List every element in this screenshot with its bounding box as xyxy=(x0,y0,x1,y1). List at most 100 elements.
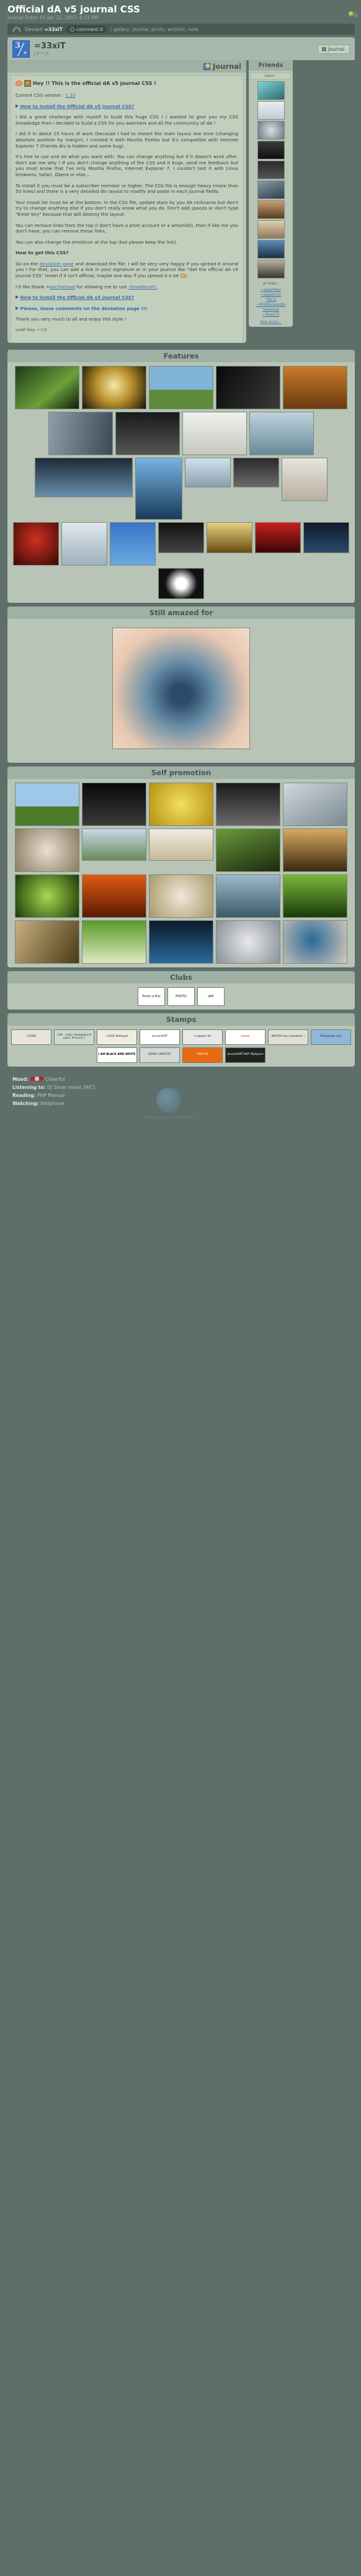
gallery-thumb[interactable] xyxy=(82,920,146,964)
nav-link-prints[interactable]: prints xyxy=(151,27,165,32)
friend-thumb[interactable] xyxy=(257,180,285,199)
zacthetoad-link[interactable]: zacthetoad xyxy=(50,284,75,290)
gallery-thumb[interactable] xyxy=(82,874,146,918)
gallery-thumb[interactable] xyxy=(216,874,280,918)
club-badge[interactable]: dAP xyxy=(197,987,225,1006)
css-version-link[interactable]: 1.20 xyxy=(65,92,75,98)
gallery-thumb[interactable] xyxy=(15,828,79,872)
gallery-thumb[interactable] xyxy=(182,411,247,455)
nav-link-journal[interactable]: journal xyxy=(132,27,148,32)
gallery-thumb[interactable] xyxy=(82,828,146,861)
gallery-thumb[interactable] xyxy=(149,874,213,918)
stamp[interactable]: I CODE xyxy=(11,1029,51,1045)
gallery-thumb[interactable] xyxy=(185,457,231,487)
still-amazed-grid xyxy=(11,627,351,749)
friends-body: zoom : or links : ~superhey ~dspencre *T… xyxy=(249,71,293,327)
gallery-thumb[interactable] xyxy=(149,828,213,861)
page-title: Official dA v5 journal CSS xyxy=(7,4,140,15)
friend-link-3[interactable]: *Tetry xyxy=(251,298,291,303)
club-badge[interactable]: PHOTO xyxy=(167,987,195,1006)
friend-thumb[interactable] xyxy=(257,101,285,120)
install-link-top[interactable]: How to install the Official dA v5 journa… xyxy=(20,104,134,109)
ilovedevart-link[interactable]: :ilovedevart: xyxy=(128,284,157,290)
gallery-thumb[interactable] xyxy=(15,782,79,826)
stamp[interactable]: Photoshop user xyxy=(311,1029,351,1045)
stamp[interactable]: deviantART xyxy=(140,1029,180,1045)
gallery-thumb[interactable] xyxy=(216,365,280,409)
friend-thumb[interactable] xyxy=(257,240,285,259)
please-comment-text[interactable]: Please, leave comments on the deviation … xyxy=(20,306,148,311)
install-link-bottom[interactable]: How to install the Official dA v5 journa… xyxy=(20,295,134,300)
comment-it-button[interactable]: comment it xyxy=(66,25,107,33)
friends-zoom-label[interactable]: zoom : xyxy=(251,73,291,79)
nav-bar: Deviant =33xiT comment it | gallery, jou… xyxy=(7,24,355,35)
stamp[interactable]: MACRO has a problem ! xyxy=(268,1029,308,1045)
gallery-thumb[interactable] xyxy=(283,782,347,826)
gallery-thumb[interactable] xyxy=(110,522,156,566)
see-more-link[interactable]: See more... xyxy=(251,320,291,325)
deviation-page-link[interactable]: deviation page xyxy=(40,261,74,267)
friend-link-5[interactable]: *anemes xyxy=(251,308,291,313)
stamp[interactable]: I AM BLACK AND WHITE xyxy=(97,1047,137,1063)
stamp[interactable]: I LOVE Notepad xyxy=(97,1029,137,1045)
gallery-thumb[interactable] xyxy=(15,365,79,409)
gallery-thumb[interactable] xyxy=(249,411,314,455)
gallery-thumb[interactable] xyxy=(283,828,347,872)
club-badge[interactable]: Photo a Hut xyxy=(138,987,165,1006)
gallery-thumb[interactable] xyxy=(216,782,280,826)
gallery-thumb[interactable] xyxy=(158,567,204,599)
nav-link-note[interactable]: note xyxy=(188,27,198,32)
journal-button[interactable]: Journal xyxy=(318,44,350,54)
gallery-thumb[interactable] xyxy=(82,782,146,826)
watching-label: Watching: xyxy=(12,1100,39,1106)
featured-deviation-thumb[interactable] xyxy=(112,627,250,749)
gallery-thumb[interactable] xyxy=(13,522,59,566)
friend-link-4[interactable]: ~MrsMorgandia xyxy=(251,303,291,308)
gallery-thumb[interactable] xyxy=(61,522,107,566)
gallery-thumb[interactable] xyxy=(282,457,328,501)
gallery-thumb[interactable] xyxy=(283,874,347,918)
friend-thumb[interactable] xyxy=(257,220,285,239)
stamp[interactable]: DEMO CONTEST xyxy=(140,1047,180,1063)
gallery-thumb[interactable] xyxy=(35,457,133,497)
gallery-thumb[interactable] xyxy=(15,920,79,964)
stamp[interactable]: CSS - Club ( background color: #cccccc ) xyxy=(54,1029,94,1045)
gallery-thumb[interactable] xyxy=(48,411,113,455)
gallery-thumb[interactable] xyxy=(115,411,180,455)
stamp[interactable]: Canon xyxy=(225,1029,265,1045)
friend-thumb[interactable] xyxy=(257,141,285,159)
gallery-thumb[interactable] xyxy=(207,522,252,553)
nav-deviant-label: Deviant =33xiT xyxy=(25,27,63,32)
gallery-thumb[interactable] xyxy=(135,457,182,520)
gallery-thumb[interactable] xyxy=(303,522,349,553)
avatar[interactable]: 3 ✕ xyxy=(12,40,30,58)
gallery-thumb[interactable] xyxy=(255,522,301,553)
gallery-thumb[interactable] xyxy=(149,365,213,409)
gallery-thumb[interactable] xyxy=(216,828,280,872)
stamp[interactable]: deviantART NOT MySpace xyxy=(225,1047,265,1063)
gallery-thumb[interactable] xyxy=(158,522,204,553)
friend-thumb[interactable] xyxy=(257,260,285,278)
friend-thumb[interactable] xyxy=(257,200,285,219)
friends-thumbs xyxy=(251,81,291,278)
friend-thumb[interactable] xyxy=(257,121,285,140)
friend-thumb[interactable] xyxy=(257,161,285,179)
gallery-thumb[interactable] xyxy=(283,920,347,964)
friend-link-2[interactable]: ~dspencre xyxy=(251,293,291,298)
nav-link-gallery[interactable]: gallery xyxy=(114,27,130,32)
gallery-thumb[interactable] xyxy=(149,920,213,964)
gallery-thumb[interactable] xyxy=(149,782,213,826)
nav-link-wishlist[interactable]: wishlist xyxy=(167,27,185,32)
journal-paragraph-3: It's free to use and do what you want wi… xyxy=(16,154,238,177)
friends-links: or links : ~superhey ~dspencre *Tetry ~M… xyxy=(251,282,291,325)
stamp[interactable]: FIREFOX xyxy=(182,1047,223,1063)
gallery-thumb[interactable] xyxy=(15,874,79,918)
gallery-thumb[interactable] xyxy=(233,457,279,487)
stamp[interactable]: I support dA xyxy=(182,1029,223,1045)
friend-link-6[interactable]: ~Dess73 xyxy=(251,313,291,318)
friend-link-1[interactable]: ~superhey xyxy=(251,288,291,293)
friend-thumb[interactable] xyxy=(257,81,285,100)
gallery-thumb[interactable] xyxy=(216,920,280,964)
gallery-thumb[interactable] xyxy=(283,365,347,409)
gallery-thumb[interactable] xyxy=(82,365,146,409)
